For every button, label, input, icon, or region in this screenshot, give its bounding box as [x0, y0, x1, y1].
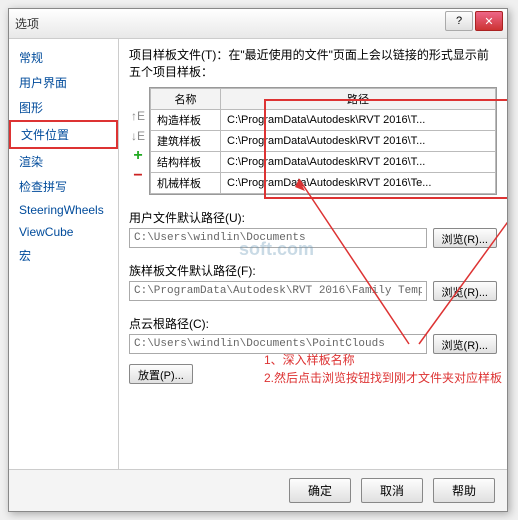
add-icon[interactable]: +: [130, 148, 146, 164]
table-row[interactable]: 机械样板C:\ProgramData\Autodesk\RVT 2016\Te.…: [151, 172, 496, 193]
sidebar-item-1[interactable]: 用户界面: [9, 70, 118, 95]
table-row[interactable]: 结构样板C:\ProgramData\Autodesk\RVT 2016\T..…: [151, 151, 496, 172]
sidebar-item-0[interactable]: 常规: [9, 45, 118, 70]
main-panel: 项目样板文件(T)：在"最近使用的文件"页面上会以链接的形式显示前五个项目样板：…: [119, 39, 507, 469]
table-row[interactable]: 构造样板C:\ProgramData\Autodesk\RVT 2016\T..…: [151, 109, 496, 130]
cell-name: 建筑样板: [151, 130, 221, 151]
cell-name: 结构样板: [151, 151, 221, 172]
annotation-text: 1、深入样板名称 2.然后点击浏览按钮找到刚才文件夹对应样板: [264, 351, 502, 387]
field-label-pointCloud: 点云根路径(C):: [129, 315, 497, 332]
sidebar-item-2[interactable]: 图形: [9, 95, 118, 120]
cell-name: 构造样板: [151, 109, 221, 130]
sidebar-item-4[interactable]: 渲染: [9, 149, 118, 174]
options-dialog: 选项 ? ✕ 常规用户界面图形文件位置渲染检查拼写SteeringWheelsV…: [8, 8, 508, 512]
field-label-famTemplate: 族样板文件默认路径(F):: [129, 262, 497, 279]
sidebar-item-8[interactable]: 宏: [9, 243, 118, 268]
sidebar: 常规用户界面图形文件位置渲染检查拼写SteeringWheelsViewCube…: [9, 39, 119, 469]
help-button[interactable]: 帮助: [433, 478, 495, 503]
sidebar-item-7[interactable]: ViewCube: [9, 221, 118, 243]
browse-button-famTemplate[interactable]: 浏览(R)...: [433, 281, 497, 301]
cell-path: C:\ProgramData\Autodesk\RVT 2016\T...: [221, 130, 496, 151]
move-down-icon[interactable]: ↓E: [130, 128, 146, 144]
cancel-button[interactable]: 取消: [361, 478, 423, 503]
cell-path: C:\ProgramData\Autodesk\RVT 2016\Te...: [221, 172, 496, 193]
cell-name: 机械样板: [151, 172, 221, 193]
annotation-line1: 1、深入样板名称: [264, 351, 502, 369]
browse-button-userPath[interactable]: 浏览(R)...: [433, 228, 497, 248]
help-icon[interactable]: ?: [445, 11, 473, 31]
remove-icon[interactable]: −: [130, 168, 146, 184]
ok-button[interactable]: 确定: [289, 478, 351, 503]
template-table-wrap: ↑E ↓E + − 名称 路径 构造样板C:\ProgramData\Autod…: [149, 87, 497, 195]
template-description: 项目样板文件(T)：在"最近使用的文件"页面上会以链接的形式显示前五个项目样板：: [129, 47, 497, 81]
place-button[interactable]: 放置(P)...: [129, 364, 193, 384]
sidebar-item-5[interactable]: 检查拼写: [9, 174, 118, 199]
field-input-famTemplate[interactable]: [129, 281, 427, 301]
field-input-userPath[interactable]: [129, 228, 427, 248]
sidebar-item-6[interactable]: SteeringWheels: [9, 199, 118, 221]
col-header-name: 名称: [151, 88, 221, 109]
table-row[interactable]: 建筑样板C:\ProgramData\Autodesk\RVT 2016\T..…: [151, 130, 496, 151]
field-label-userPath: 用户文件默认路径(U):: [129, 209, 497, 226]
dialog-footer: 确定 取消 帮助: [9, 469, 507, 511]
template-table: 名称 路径 构造样板C:\ProgramData\Autodesk\RVT 20…: [150, 88, 496, 194]
annotation-line2: 2.然后点击浏览按钮找到刚才文件夹对应样板: [264, 369, 502, 387]
close-icon[interactable]: ✕: [475, 11, 503, 31]
cell-path: C:\ProgramData\Autodesk\RVT 2016\T...: [221, 109, 496, 130]
cell-path: C:\ProgramData\Autodesk\RVT 2016\T...: [221, 151, 496, 172]
move-up-icon[interactable]: ↑E: [130, 108, 146, 124]
sidebar-item-3[interactable]: 文件位置: [9, 120, 118, 149]
window-title: 选项: [15, 15, 39, 32]
col-header-path: 路径: [221, 88, 496, 109]
titlebar: 选项 ? ✕: [9, 9, 507, 39]
